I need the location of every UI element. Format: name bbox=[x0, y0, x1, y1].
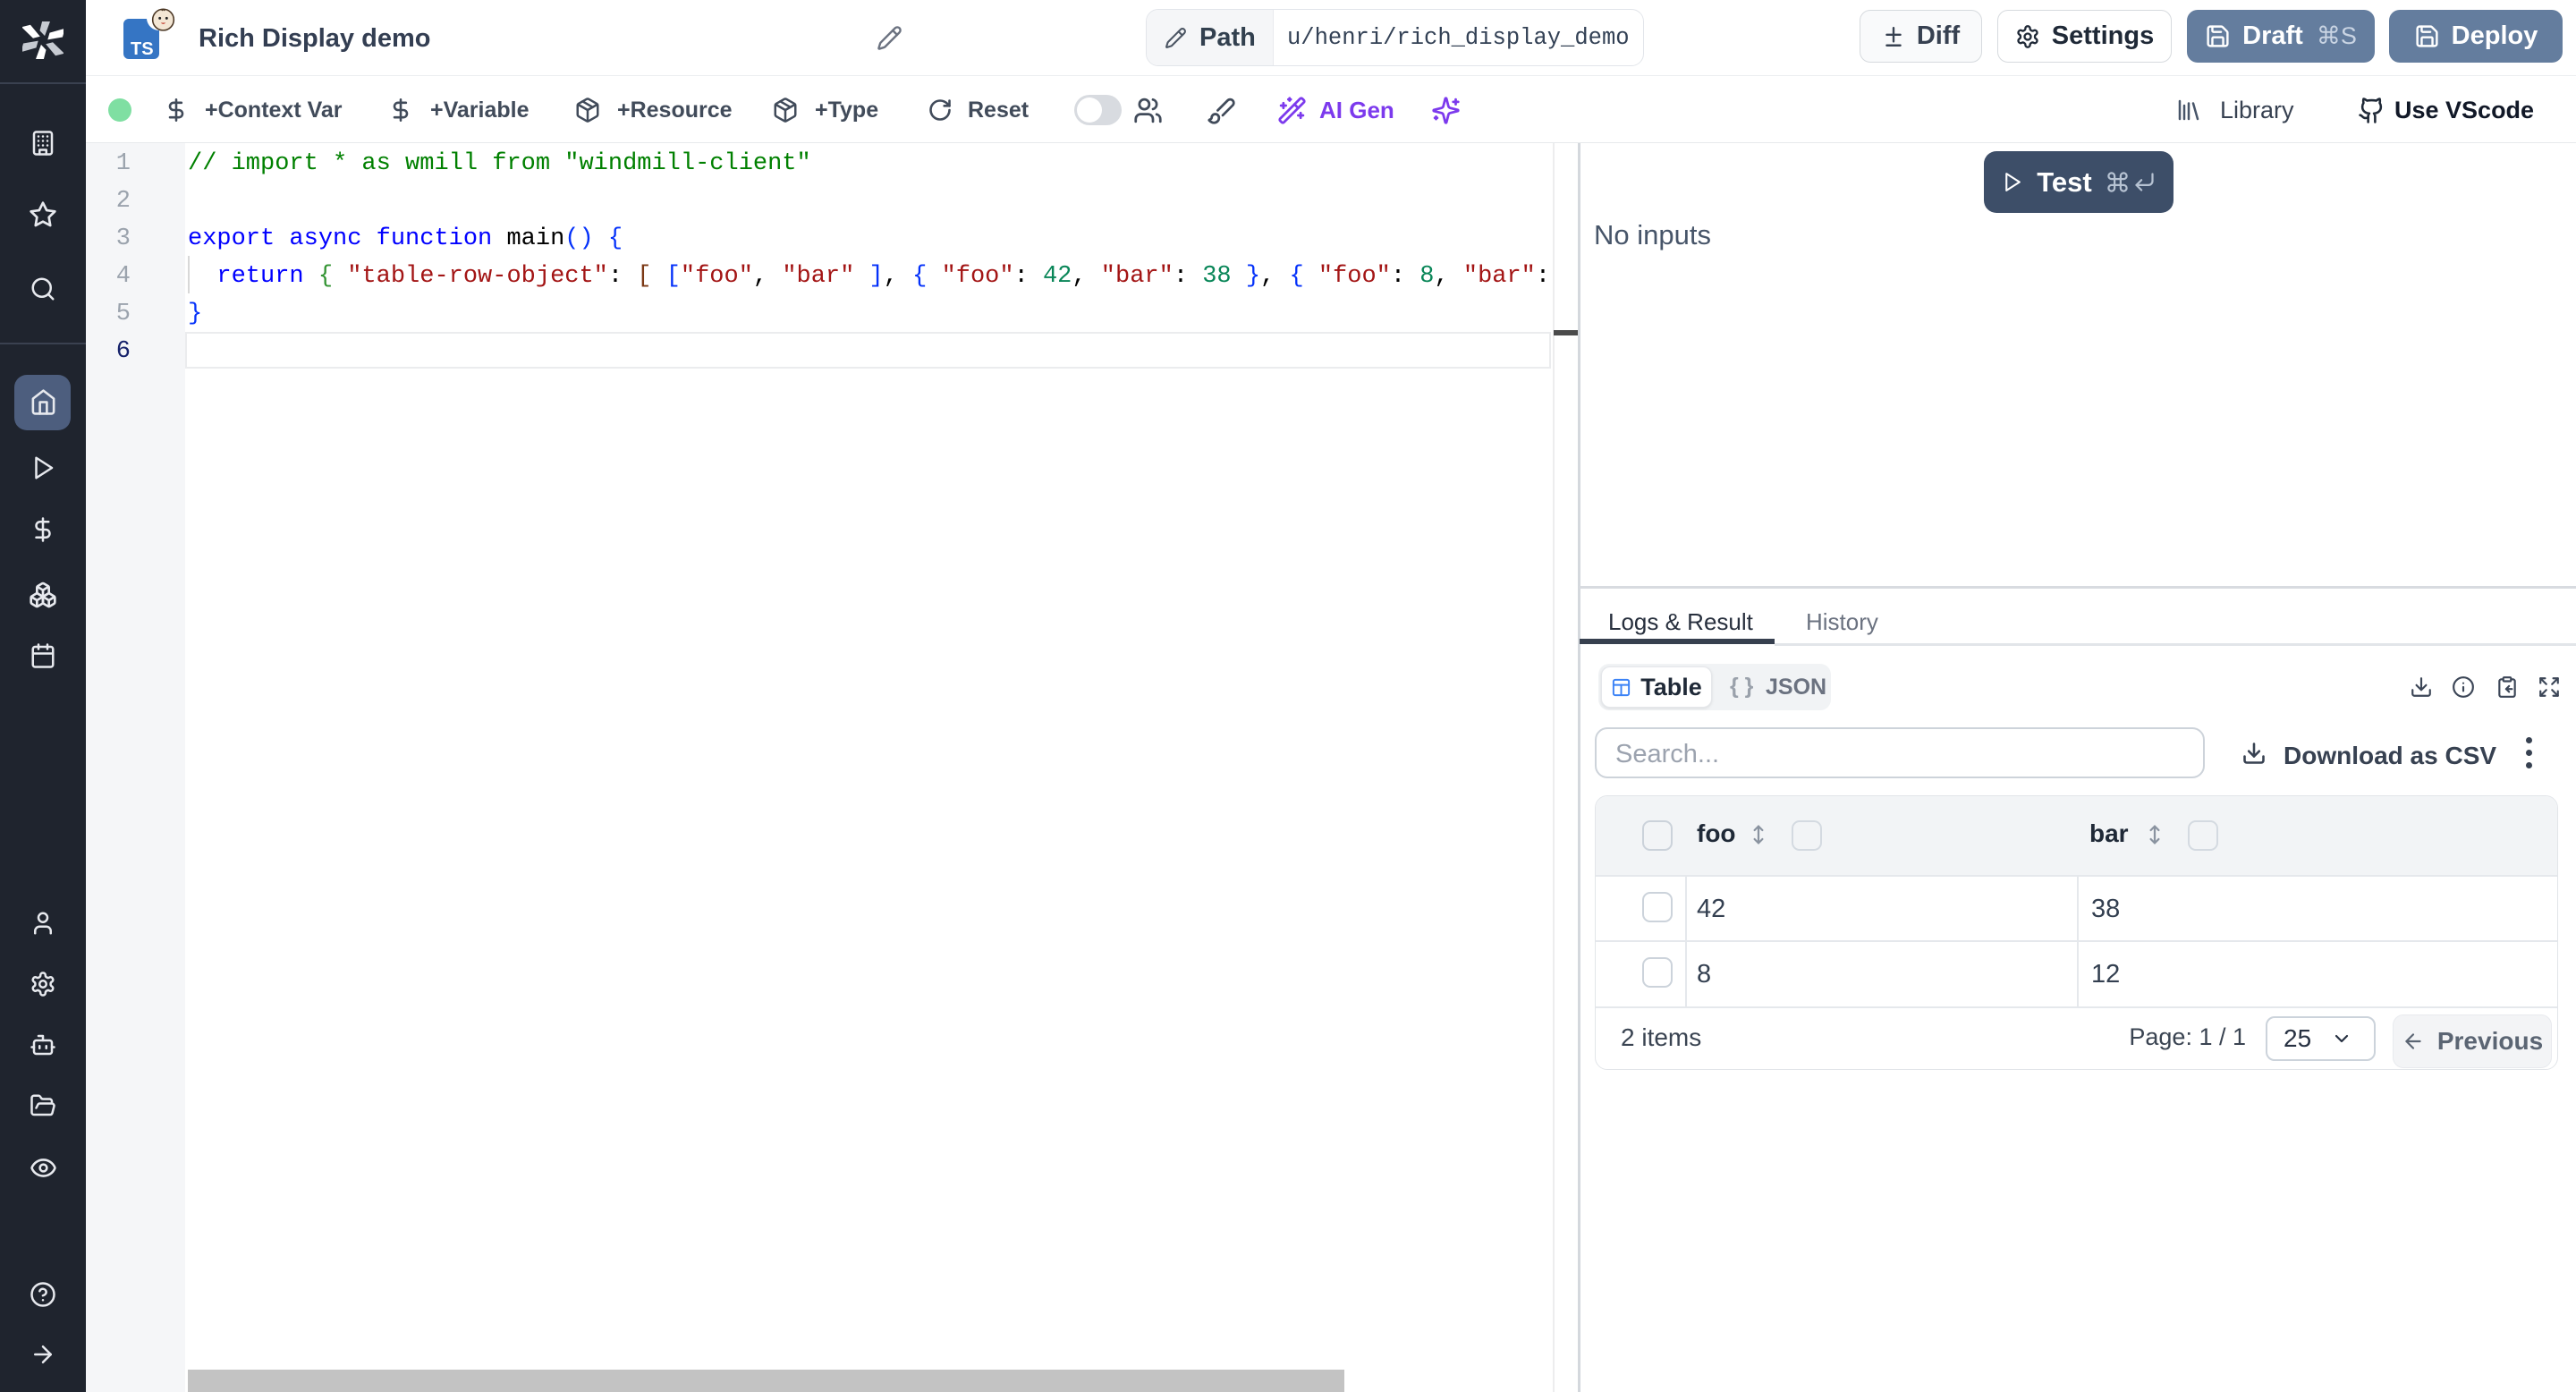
svg-text:TS: TS bbox=[131, 39, 154, 59]
